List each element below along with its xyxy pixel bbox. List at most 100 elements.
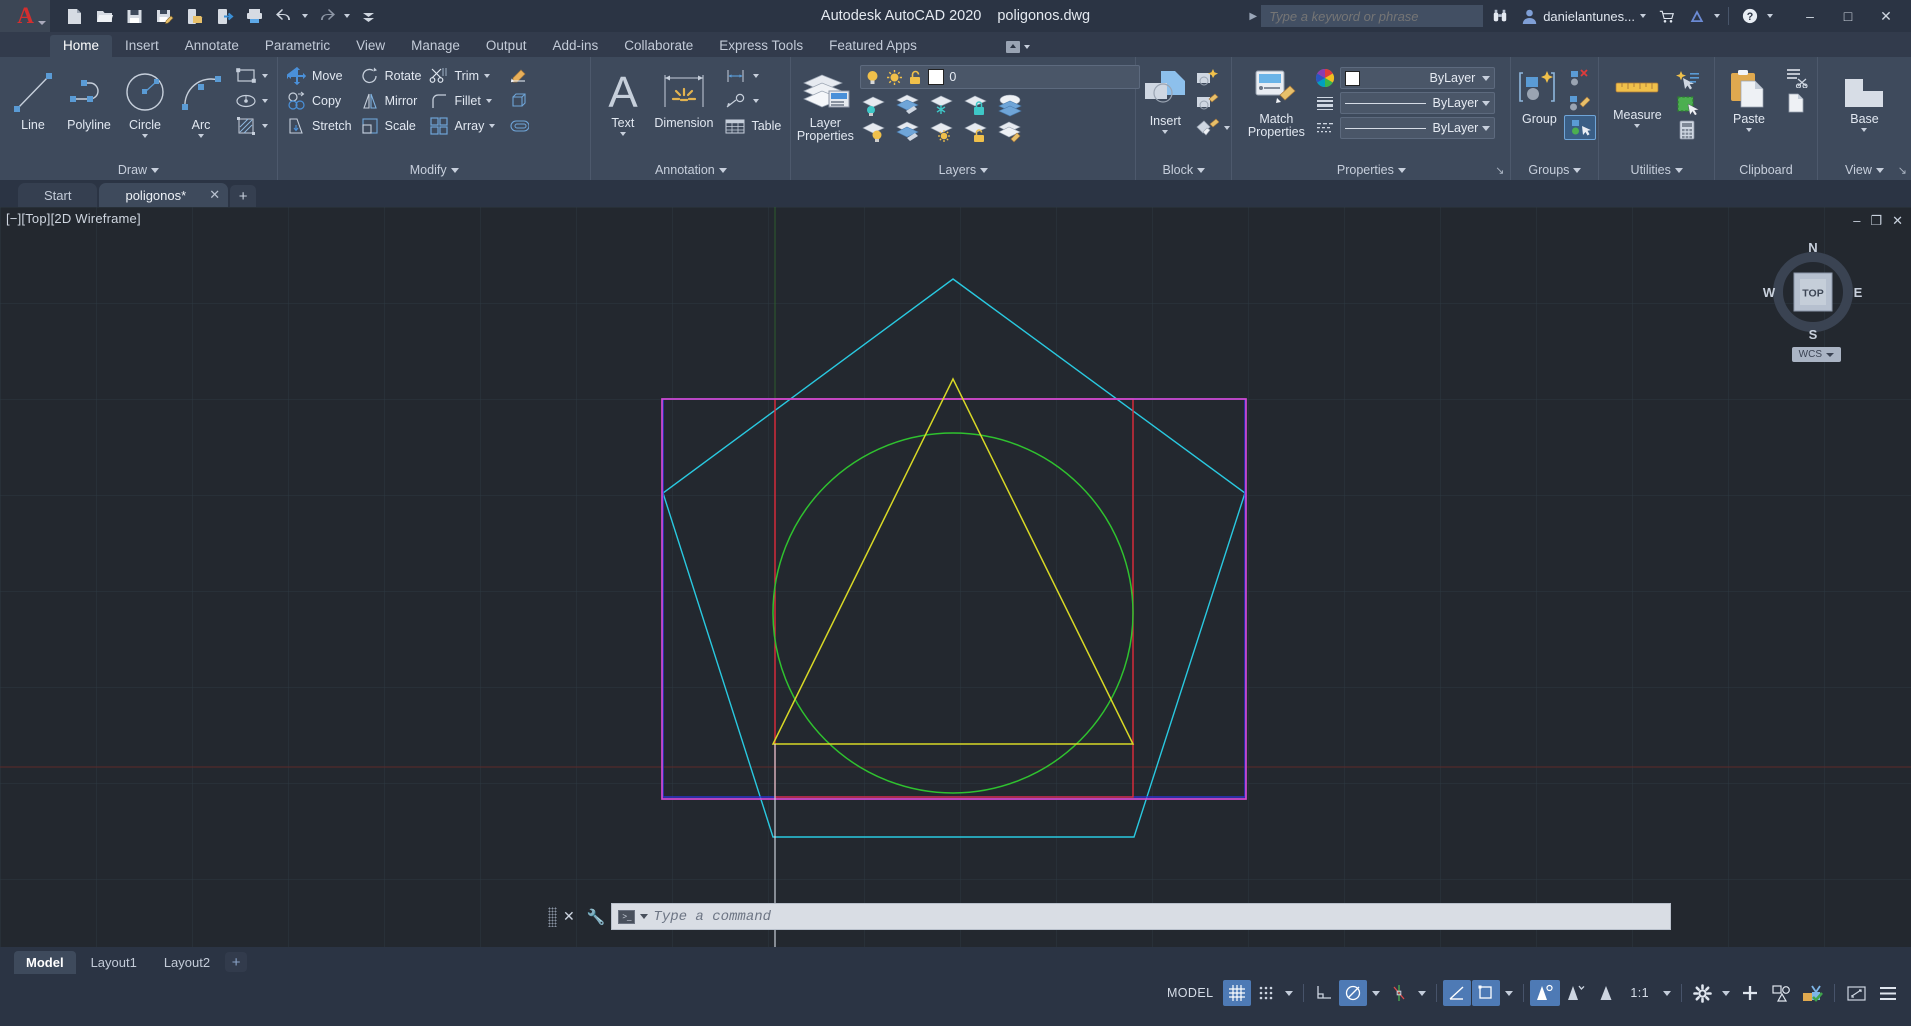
new-layout-button[interactable]: + bbox=[225, 952, 248, 972]
search-help-box[interactable]: ▶ bbox=[1245, 5, 1484, 27]
layer-unlock2-icon[interactable] bbox=[962, 120, 990, 144]
tab-featured-apps[interactable]: Featured Apps bbox=[816, 35, 930, 57]
panel-draw-title[interactable]: Draw bbox=[0, 160, 277, 180]
copy-clip-button[interactable] bbox=[1780, 90, 1812, 115]
transparency-button[interactable] bbox=[1530, 980, 1561, 1006]
ucs-selector[interactable]: WCS bbox=[1791, 347, 1841, 362]
viewport-label[interactable]: [−][Top][2D Wireframe] bbox=[6, 211, 141, 226]
hardware-acceleration-button[interactable] bbox=[1735, 980, 1765, 1006]
layer-unisolate-icon[interactable] bbox=[894, 93, 922, 117]
copy-button[interactable]: Copy bbox=[283, 88, 356, 113]
tab-insert[interactable]: Insert bbox=[112, 35, 172, 57]
array-button[interactable]: Array bbox=[425, 113, 499, 138]
create-block-button[interactable] bbox=[1191, 65, 1234, 90]
paste-button[interactable]: Paste bbox=[1720, 65, 1778, 132]
tab-home[interactable]: Home bbox=[50, 35, 113, 57]
offset-button[interactable] bbox=[503, 113, 533, 138]
chevron-down-icon[interactable] bbox=[753, 98, 760, 103]
trim-button[interactable]: Trim bbox=[425, 63, 499, 88]
measure-button[interactable]: Measure bbox=[1604, 67, 1670, 128]
plot-icon[interactable] bbox=[240, 3, 268, 29]
layout-tab-layout2[interactable]: Layout2 bbox=[152, 951, 222, 974]
annotation-visibility-button[interactable] bbox=[1592, 980, 1620, 1006]
close-viewport-icon[interactable]: ✕ bbox=[1892, 213, 1903, 229]
polyline-button[interactable]: Polyline bbox=[61, 63, 117, 132]
chevron-down-icon[interactable] bbox=[1722, 990, 1730, 996]
redo-dropdown-icon[interactable] bbox=[342, 14, 352, 18]
new-tab-button[interactable]: + bbox=[230, 185, 257, 207]
panel-layers-title[interactable]: Layers bbox=[791, 160, 1135, 180]
command-line-grip[interactable] bbox=[548, 906, 557, 927]
maximize-button[interactable]: □ bbox=[1829, 1, 1867, 31]
chevron-down-icon[interactable] bbox=[1162, 130, 1169, 134]
autodesk-store-icon[interactable] bbox=[1654, 3, 1680, 29]
chevron-down-icon[interactable] bbox=[1372, 990, 1381, 996]
group-edit-button[interactable] bbox=[1564, 90, 1596, 115]
cut-button[interactable] bbox=[1780, 65, 1812, 90]
circle-button[interactable]: Circle bbox=[117, 63, 173, 138]
linetype-combo[interactable]: ByLayer bbox=[1340, 117, 1496, 139]
tab-parametric[interactable]: Parametric bbox=[252, 35, 343, 57]
object-snap-button[interactable] bbox=[1443, 980, 1472, 1006]
layer-isolate-icon[interactable] bbox=[860, 93, 888, 117]
layer-unlock-icon[interactable] bbox=[908, 69, 923, 86]
explode-button[interactable] bbox=[503, 88, 533, 113]
layer-off-icon[interactable] bbox=[860, 120, 888, 144]
chevron-down-icon[interactable] bbox=[142, 134, 148, 138]
match-properties-button[interactable]: Match Properties bbox=[1237, 65, 1315, 139]
undo-dropdown-icon[interactable] bbox=[300, 14, 310, 18]
line-button[interactable]: Line bbox=[5, 63, 61, 132]
open-web-mobile-icon[interactable] bbox=[210, 3, 238, 29]
new-icon[interactable] bbox=[60, 3, 88, 29]
model-space-button[interactable]: MODEL bbox=[1158, 980, 1222, 1006]
save-as-icon[interactable] bbox=[150, 3, 178, 29]
erase-button[interactable] bbox=[503, 63, 533, 88]
insert-block-button[interactable]: Insert bbox=[1141, 65, 1189, 134]
web-mobile-icon[interactable] bbox=[180, 3, 208, 29]
snap-mode-button[interactable] bbox=[1252, 980, 1280, 1006]
chevron-down-icon[interactable] bbox=[262, 98, 268, 103]
leader-button[interactable] bbox=[720, 88, 785, 113]
calculator-button[interactable] bbox=[1672, 117, 1704, 142]
grid-display-button[interactable] bbox=[1223, 980, 1252, 1006]
panel-groups-title[interactable]: Groups bbox=[1511, 160, 1598, 180]
panel-block-title[interactable]: Block bbox=[1136, 160, 1231, 180]
layout-tab-layout1[interactable]: Layout1 bbox=[79, 951, 149, 974]
chevron-down-icon[interactable] bbox=[1224, 125, 1231, 130]
dimension-button[interactable]: Dimension bbox=[649, 63, 718, 130]
doc-tab-poligonos[interactable]: poligonos* ✕ bbox=[99, 183, 229, 207]
chevron-down-icon[interactable] bbox=[619, 132, 626, 136]
user-account-menu[interactable]: danielantunes... bbox=[1517, 8, 1650, 25]
open-icon[interactable] bbox=[90, 3, 118, 29]
tab-express-tools[interactable]: Express Tools bbox=[706, 35, 816, 57]
chevron-down-icon[interactable] bbox=[262, 73, 268, 78]
layout-tab-model[interactable]: Model bbox=[14, 950, 76, 974]
search-binoculars-icon[interactable] bbox=[1487, 3, 1513, 29]
chevron-down-icon[interactable] bbox=[1418, 990, 1427, 996]
block-attribute-button[interactable] bbox=[1191, 115, 1234, 140]
layer-make-current-icon[interactable] bbox=[996, 93, 1024, 117]
panel-properties-title[interactable]: Properties ↘ bbox=[1232, 160, 1510, 180]
customization-button[interactable] bbox=[1873, 980, 1903, 1006]
qat-customize-icon[interactable] bbox=[354, 3, 382, 29]
chevron-down-icon[interactable] bbox=[198, 134, 204, 138]
layer-control-combo[interactable]: 0 bbox=[860, 65, 1141, 89]
panel-utilities-title[interactable]: Utilities bbox=[1599, 160, 1714, 180]
panel-modify-title[interactable]: Modify bbox=[278, 160, 590, 180]
autodesk-a360-icon[interactable] bbox=[1684, 3, 1710, 29]
layer-thaw-icon[interactable] bbox=[928, 120, 956, 144]
view-cube[interactable]: TOP N E S W bbox=[1761, 242, 1866, 342]
move-button[interactable]: Move bbox=[283, 63, 356, 88]
isolate-objects-button[interactable] bbox=[1766, 980, 1796, 1006]
layer-freeze-icon[interactable] bbox=[928, 93, 956, 117]
object-color-combo[interactable]: ByLayer bbox=[1340, 67, 1496, 89]
edit-block-button[interactable] bbox=[1191, 90, 1234, 115]
doc-tab-start[interactable]: Start bbox=[18, 183, 98, 207]
panel-annotation-title[interactable]: Annotation bbox=[591, 160, 790, 180]
close-button[interactable]: ✕ bbox=[1867, 1, 1905, 31]
save-icon[interactable] bbox=[120, 3, 148, 29]
panel-view-title[interactable]: View ↘ bbox=[1818, 160, 1911, 180]
quick-select-button[interactable] bbox=[1672, 67, 1704, 92]
chevron-down-icon[interactable] bbox=[485, 98, 492, 103]
lineweight-display-button[interactable] bbox=[1472, 980, 1501, 1006]
